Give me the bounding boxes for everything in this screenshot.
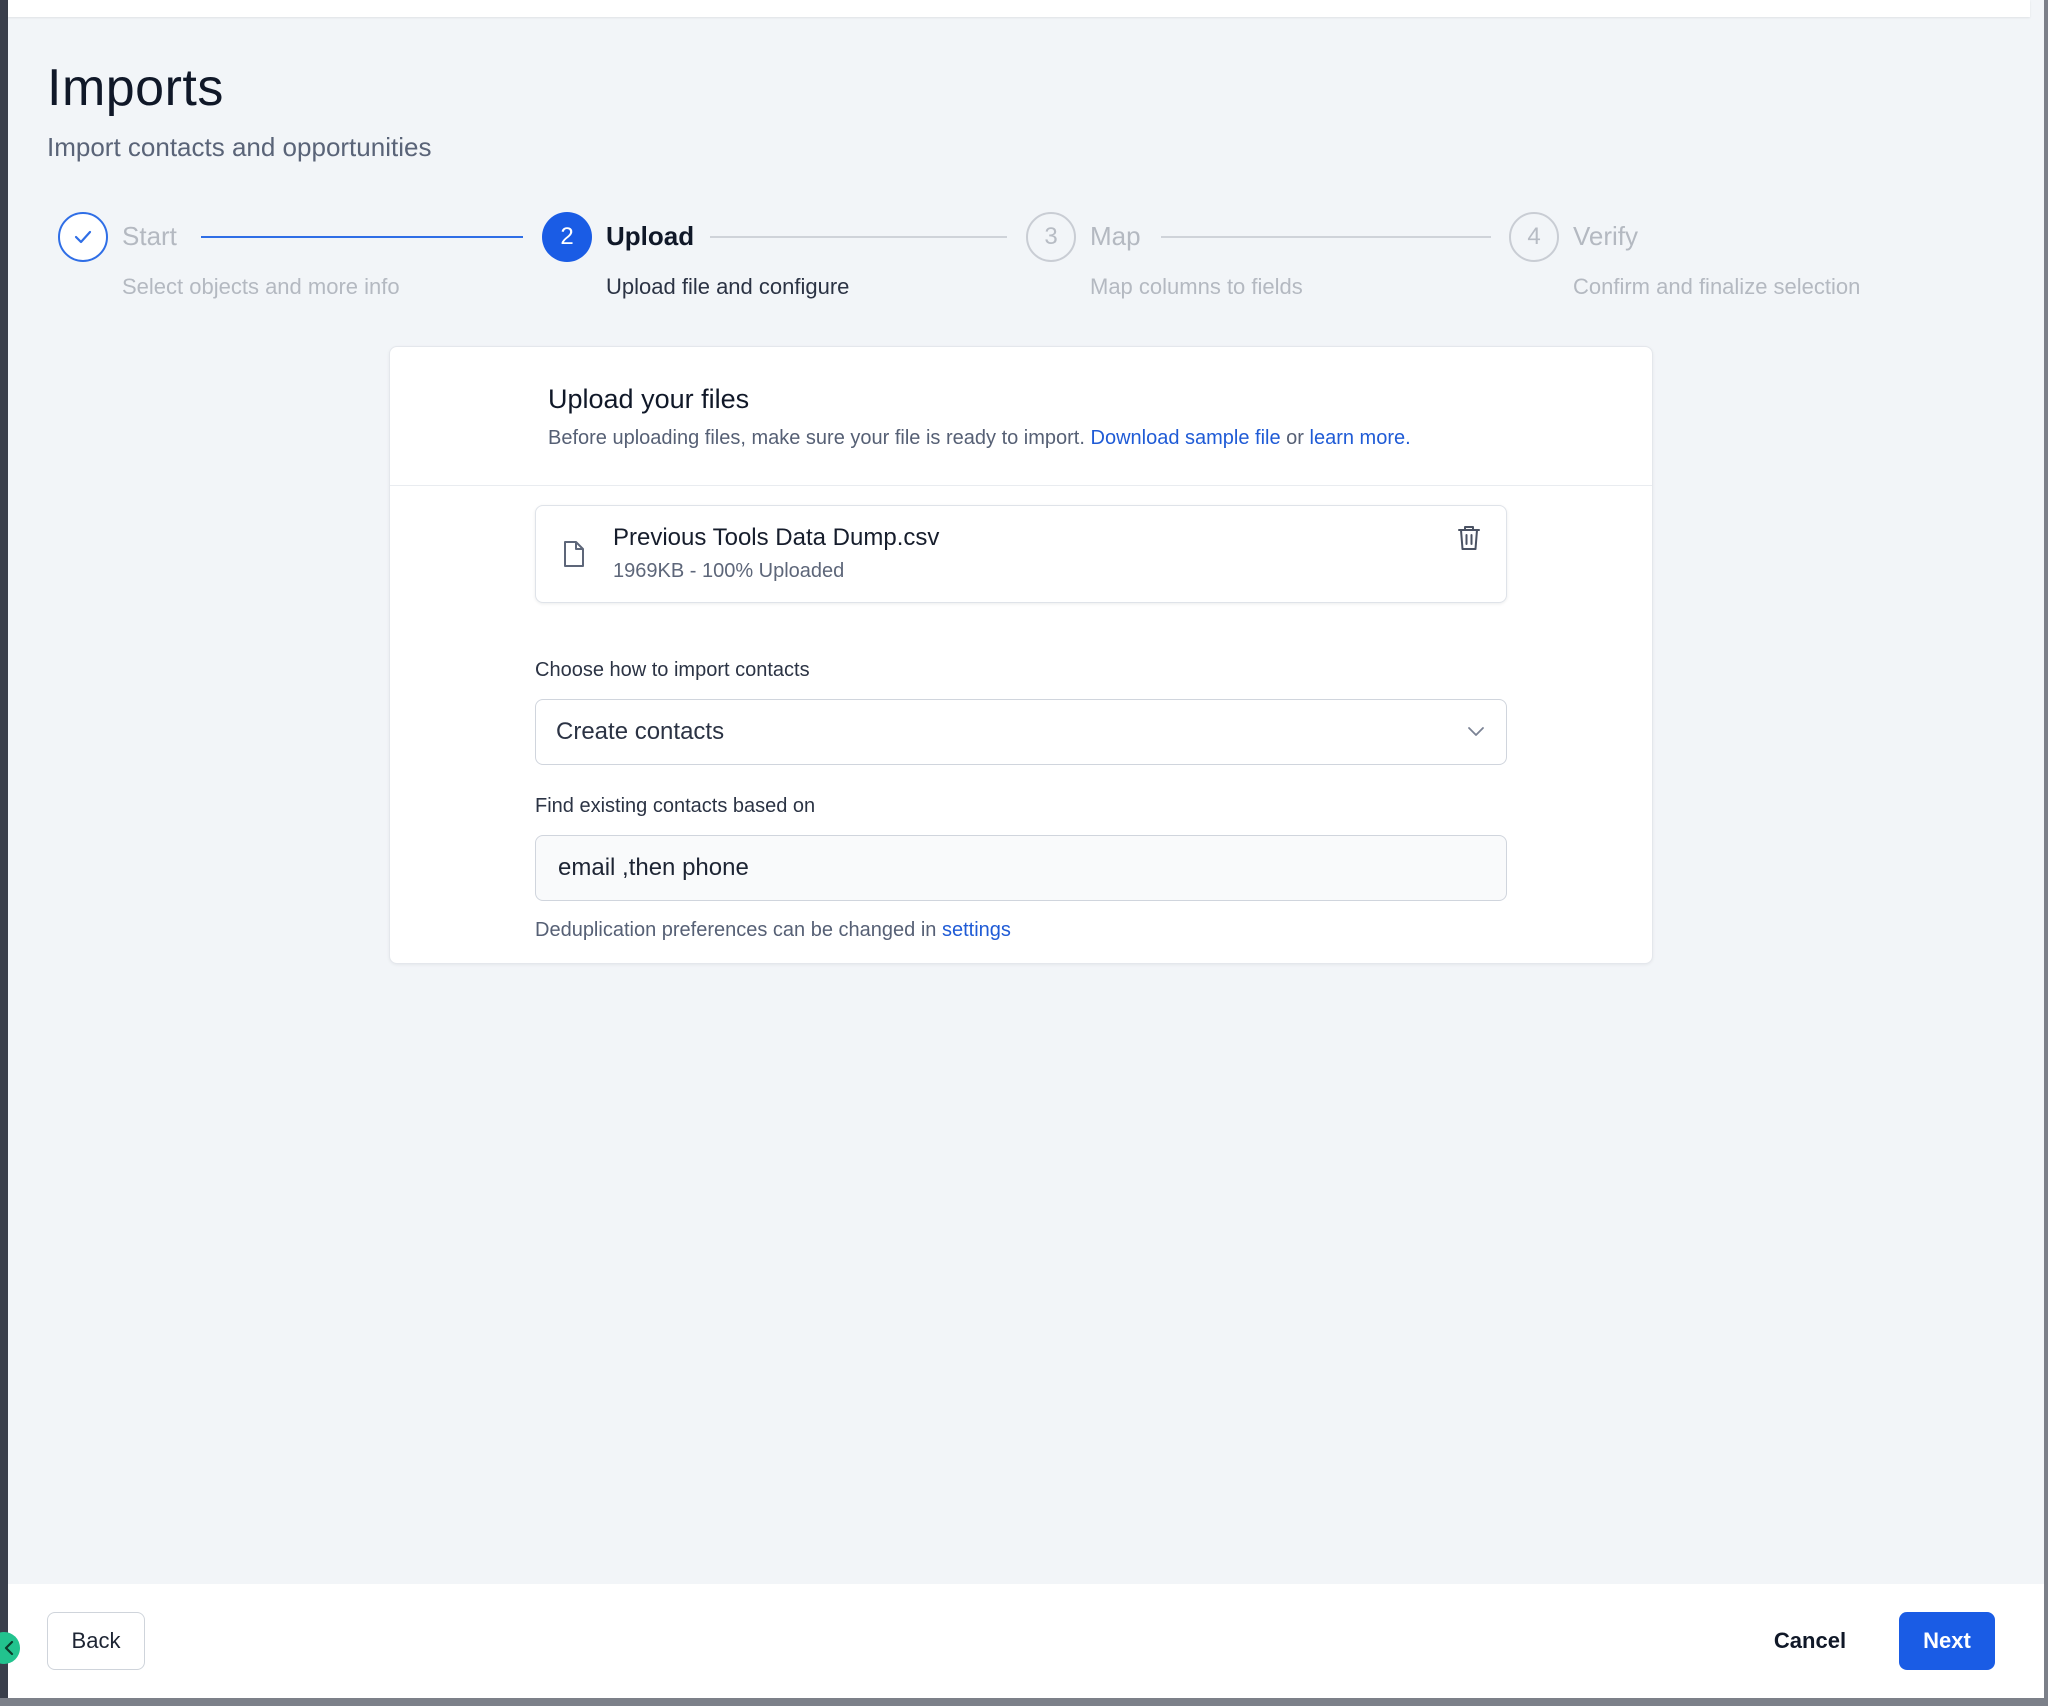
step-start-title: Start: [122, 221, 177, 251]
file-meta: 1969KB - 100% Uploaded: [613, 560, 845, 582]
import-method-value: Create contacts: [556, 718, 725, 745]
upload-card-title: Upload your files: [548, 384, 750, 414]
page-subtitle: Import contacts and opportunities: [47, 132, 432, 162]
upload-card-note: Before uploading files, make sure your f…: [548, 427, 1652, 450]
file-icon: [564, 541, 584, 567]
stepper-connector-2: [710, 236, 1007, 238]
find-existing-input[interactable]: [535, 835, 1507, 901]
step-upload-circle: 2: [542, 212, 592, 262]
next-button[interactable]: Next: [1899, 1612, 1995, 1670]
import-stepper: Start Select objects and more info 2 Upl…: [58, 212, 1938, 312]
upload-card: Upload your files Before uploading files…: [389, 346, 1653, 964]
upload-card-header: Upload your files Before uploading files…: [390, 347, 1652, 486]
import-method-select[interactable]: Create contacts: [535, 699, 1507, 765]
upload-note-text: Before uploading files, make sure your f…: [548, 427, 1085, 449]
dedup-helper-text: Deduplication preferences can be changed…: [535, 919, 937, 941]
window-right-edge: [2044, 0, 2048, 1706]
chevron-down-icon: [1468, 727, 1484, 736]
window-left-edge: [0, 0, 8, 1706]
step-start-circle: [58, 212, 108, 262]
back-button[interactable]: Back: [47, 1612, 145, 1670]
settings-link[interactable]: settings: [942, 919, 1011, 941]
step-verify-description: Confirm and finalize selection: [1573, 274, 1861, 299]
trash-icon[interactable]: [1456, 524, 1482, 552]
stepper-connector-1: [201, 236, 523, 238]
step-verify-title: Verify: [1573, 221, 1639, 251]
top-bar: [8, 0, 2030, 17]
step-upload-description: Upload file and configure: [606, 274, 850, 299]
step-map-description: Map columns to fields: [1090, 274, 1303, 299]
import-method-label: Choose how to import contacts: [535, 659, 810, 681]
step-upload-title: Upload: [606, 221, 695, 251]
uploaded-file: Previous Tools Data Dump.csv 1969KB - 10…: [535, 505, 1507, 603]
file-name: Previous Tools Data Dump.csv: [613, 524, 940, 551]
step-map-title: Map: [1090, 221, 1141, 251]
check-icon: [74, 230, 92, 244]
upload-note-or: or: [1286, 427, 1304, 449]
cancel-button[interactable]: Cancel: [1762, 1612, 1858, 1670]
step-start-description: Select objects and more info: [122, 274, 400, 299]
stepper-connector-3: [1161, 236, 1491, 238]
learn-more-link[interactable]: learn more.: [1310, 427, 1411, 449]
step-map-circle: 3: [1026, 212, 1076, 262]
download-sample-link[interactable]: Download sample file: [1091, 427, 1281, 449]
page-title: Imports: [47, 59, 224, 117]
find-existing-label: Find existing contacts based on: [535, 795, 816, 817]
wizard-footer: Back Cancel Next: [8, 1584, 2044, 1698]
window-bottom-edge: [0, 1698, 2048, 1706]
chevron-left-icon: [4, 1640, 14, 1656]
dedup-helper: Deduplication preferences can be changed…: [535, 919, 1011, 942]
page-header: Imports Import contacts and opportunitie…: [47, 58, 431, 163]
step-verify-circle: 4: [1509, 212, 1559, 262]
